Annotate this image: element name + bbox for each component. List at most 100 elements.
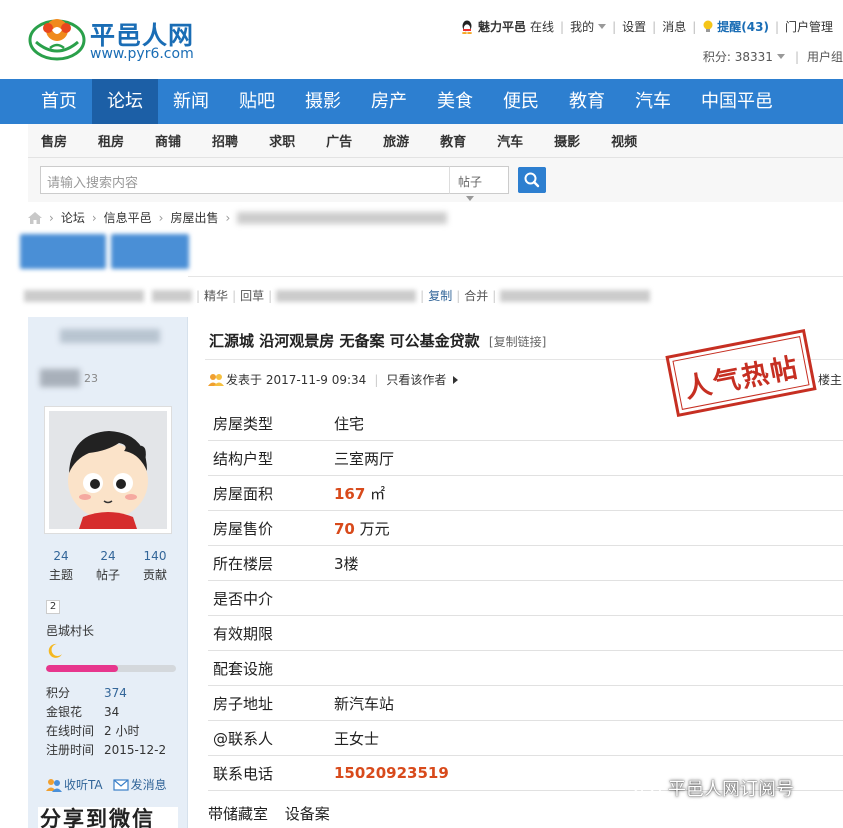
nav-item[interactable]: 新闻 [158,79,224,124]
toolbar-merge[interactable]: 合并 [464,287,488,304]
sub-nav-item[interactable]: 求职 [269,131,295,150]
detail-key: 有效期限 [213,624,274,643]
chevron-right-icon[interactable] [453,375,459,384]
separator: | [652,19,657,34]
user-group-link[interactable]: 用户组 [807,48,843,65]
nav-item[interactable]: 房产 [356,79,422,124]
post-date: 发表于 2017-11-9 09:34 [226,373,367,387]
info-value: 34 [104,704,120,719]
nav-item[interactable]: 美食 [422,79,488,124]
follow-link[interactable]: 收听TA [64,776,103,793]
breadcrumb-forum[interactable]: 论坛 [61,209,85,226]
author-stats: 24 主题 24 帖子 140 贡献 [38,549,178,583]
chevron-down-icon[interactable] [598,24,607,29]
separator: | [794,49,799,64]
stat-topics[interactable]: 24 主题 [38,549,84,583]
sub-nav-item[interactable]: 视频 [611,131,637,150]
detail-value: 3楼 [334,554,359,573]
separator: | [456,288,461,303]
reply-button[interactable] [111,234,189,269]
chevron-down-icon [466,196,474,201]
nav-item[interactable]: 汽车 [620,79,686,124]
avatar-image [49,411,167,529]
stat-contribution[interactable]: 140 贡献 [132,549,178,583]
info-key: 积分 [46,686,71,700]
author-name-blurred[interactable] [60,329,160,343]
detail-row: 房屋类型 住宅 [208,406,843,441]
detail-row: 有效期限 [208,616,843,651]
detail-row: 结构户型 三室两厅 [208,441,843,476]
watermark-text: 平邑人网订阅号 [668,779,794,800]
toolbar-blurred-item[interactable] [276,289,417,302]
toolbar-blurred-item[interactable] [500,289,651,302]
stat-value: 24 [53,549,69,563]
send-message-link[interactable]: 发消息 [131,776,167,793]
toolbar-blurred-item[interactable] [152,289,192,302]
detail-key: 房子地址 [213,694,274,713]
new-post-button[interactable] [20,234,106,269]
chevron-down-icon[interactable] [776,54,785,59]
toolbar-copy[interactable]: 复制 [428,287,452,304]
points-display[interactable]: 积分: 38331 [703,48,773,65]
sub-nav-item[interactable]: 汽车 [497,131,523,150]
mine-menu[interactable]: 我的 [570,18,594,35]
nav-item[interactable]: 中国平邑 [686,79,788,124]
nav-item[interactable]: 摄影 [290,79,356,124]
info-row: 金银花 34 [46,702,166,721]
settings-link[interactable]: 设置 [622,18,646,35]
separator: | [232,288,237,303]
level-badge: 2 [46,600,60,614]
price-value: 70 [334,519,355,538]
breadcrumb-house-sale[interactable]: 房屋出售 [170,209,218,226]
mail-icon [113,778,129,791]
user-bar: 魅力平邑 在线 | 我的 | 设置 | 消息 | 提醒(43) | 门户管理 [460,18,833,35]
portal-manage-link[interactable]: 门户管理 [785,18,833,35]
qq-icon [462,20,472,34]
search-scope-select[interactable]: 帖子 [449,166,509,201]
search-input[interactable]: 请输入搜索内容 [40,166,450,194]
nav-item[interactable]: 贴吧 [224,79,290,124]
info-key: 金银花 [46,705,83,719]
level-progress-bar [46,665,176,672]
sub-nav-item[interactable]: 商铺 [155,131,181,150]
sub-nav-item[interactable]: 教育 [440,131,466,150]
separator: | [420,288,425,303]
info-row: 注册时间 2015-12-2 [46,740,166,759]
username-link[interactable]: 魅力平邑 [478,18,526,35]
nav-item[interactable]: 教育 [554,79,620,124]
copy-link-button[interactable]: [复制链接] [489,335,546,349]
info-value[interactable]: 374 [104,686,127,700]
search-button[interactable] [518,167,546,193]
stat-label: 帖子 [95,568,120,582]
toolbar-blurred-item[interactable] [24,289,144,302]
sub-nav-item[interactable]: 旅游 [383,131,409,150]
sub-nav-item[interactable]: 广告 [326,131,352,150]
nav-item[interactable]: 论坛 [92,79,158,124]
avatar[interactable] [44,406,172,534]
sub-nav-item[interactable]: 招聘 [212,131,238,150]
alerts-link[interactable]: 提醒(43) [717,18,769,35]
messages-link[interactable]: 消息 [662,18,686,35]
sub-nav-item[interactable]: 摄影 [554,131,580,150]
sub-nav-item[interactable]: 租房 [98,131,124,150]
user-rank[interactable]: 邑城村长 [46,622,94,639]
author-id: 23 [40,369,98,387]
breadcrumb-info[interactable]: 信息平邑 [104,209,152,226]
share-to-wechat[interactable]: 分享到微信 [38,807,178,828]
site-logo[interactable]: 平邑人网 www.pyr6.com [28,12,210,66]
phone-value[interactable]: 15020923519 [334,764,449,782]
toolbar-item[interactable]: 回草 [240,287,264,304]
detail-key: 联系电话 [213,764,274,783]
sub-nav-item[interactable]: 售房 [41,131,67,150]
detail-key: 房屋售价 [213,519,274,538]
stat-label: 主题 [48,568,73,582]
breadcrumb-separator: › [49,210,54,225]
only-author-link[interactable]: 只看该作者 [386,371,446,388]
stat-posts[interactable]: 24 帖子 [85,549,131,583]
nav-item[interactable]: 首页 [26,79,92,124]
post-title: 汇源城 沿河观景房 无备案 可公基金贷款 [209,332,480,350]
nav-item[interactable]: 便民 [488,79,554,124]
home-icon[interactable] [28,211,42,224]
toolbar-digest[interactable]: 精华 [204,287,228,304]
detail-key: 房屋面积 [213,484,274,503]
